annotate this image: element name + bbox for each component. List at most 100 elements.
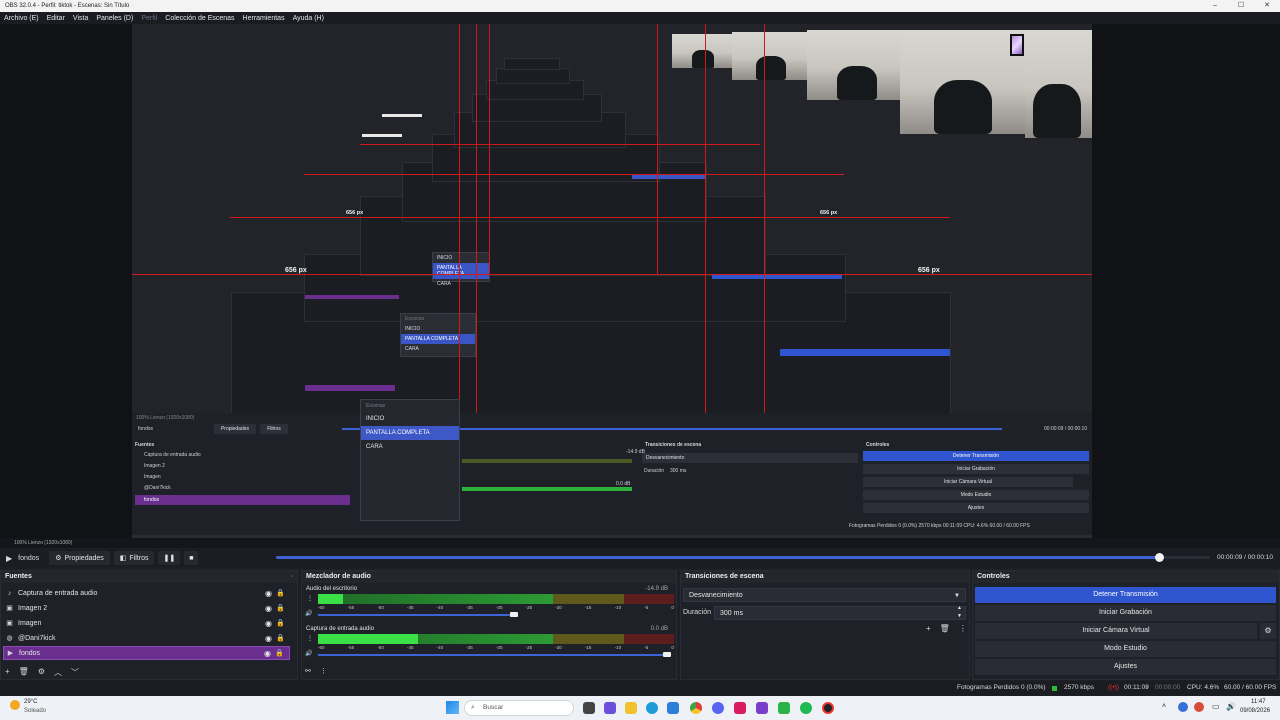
duration-input[interactable]: 300 ms ▲ ▼	[714, 604, 966, 620]
lock-icon[interactable]: 🔒	[276, 634, 285, 642]
taskbar-search[interactable]: ⌕ Buscar	[464, 700, 574, 716]
network-icon[interactable]: ▭	[1212, 702, 1220, 711]
menu-vista[interactable]: Vista	[73, 15, 88, 22]
store-icon[interactable]	[667, 702, 679, 714]
menu-herramientas[interactable]: Herramientas	[243, 15, 285, 22]
source-item[interactable]: ◍ @Dani7kick ◉ 🔒	[3, 631, 290, 645]
nested-source: Imagen 2	[144, 463, 165, 469]
task-view-icon[interactable]	[583, 702, 595, 714]
source-item[interactable]: ▣ Imagen 2 ◉ 🔒	[3, 601, 290, 615]
trash-icon[interactable]: 🗑	[19, 667, 29, 678]
filters-label: Filtros	[129, 554, 149, 562]
stop-button[interactable]: ■	[184, 551, 199, 565]
add-icon[interactable]: +	[5, 667, 10, 678]
lock-icon[interactable]: 🔒	[275, 649, 284, 657]
nested-properties: Propiedades	[214, 424, 256, 434]
speaker-icon[interactable]: 🔊	[305, 650, 312, 657]
maximize-button[interactable]: ☐	[1228, 0, 1254, 12]
speaker-icon[interactable]: 🔊	[305, 610, 312, 617]
nested-duration-label: Duración	[644, 468, 665, 474]
filters-button[interactable]: ◧ Filtros	[113, 551, 155, 565]
source-label: Imagen 2	[18, 604, 48, 612]
meter-tick: -25	[525, 645, 533, 650]
lock-icon[interactable]: 🔒	[276, 589, 285, 597]
nested-scenes-menu: INICIO PANTALLA COMPLETA CARA	[432, 252, 490, 287]
menu-coleccion-escenas[interactable]: Colección de Escenas	[165, 15, 234, 22]
trash-icon[interactable]: 🗑	[940, 624, 950, 633]
eye-icon[interactable]: ◉	[265, 604, 272, 613]
volume-slider[interactable]	[318, 614, 514, 616]
nested-menu-header: Escenas	[405, 316, 425, 322]
menu-perfil[interactable]: Perfil	[141, 15, 157, 22]
chevron-down-icon[interactable]: ﹀	[71, 667, 79, 678]
play-icon[interactable]: ▶	[6, 554, 12, 563]
start-virtual-camera-button[interactable]: Iniciar Cámara Virtual	[975, 623, 1257, 639]
clock-date[interactable]: 09/08/2026	[1240, 708, 1270, 714]
more-icon[interactable]: ⋮	[959, 624, 967, 633]
camera-feed	[732, 32, 807, 80]
obs-icon[interactable]	[822, 702, 834, 714]
more-icon[interactable]: ⋮	[307, 635, 313, 642]
properties-button[interactable]: ⚙ Propiedades	[49, 551, 110, 565]
source-item[interactable]: ▶ fondos ◉ 🔒	[3, 646, 290, 660]
volume-slider[interactable]	[318, 654, 667, 656]
eye-icon[interactable]: ◉	[265, 619, 272, 628]
meter-tick: -20	[555, 605, 562, 610]
app-icon[interactable]	[778, 702, 790, 714]
minimize-button[interactable]: –	[1202, 0, 1228, 12]
clock-time[interactable]: 11:47	[1251, 699, 1266, 705]
close-button[interactable]: ✕	[1254, 0, 1280, 12]
bitrate: 2570 kbps	[1064, 684, 1094, 691]
discord-icon[interactable]	[712, 702, 724, 714]
add-icon[interactable]: +	[926, 624, 931, 633]
menu-editar[interactable]: Editar	[47, 15, 65, 22]
lock-icon[interactable]: 🔒	[276, 604, 285, 612]
stop-streaming-button[interactable]: Detener Transmisión	[975, 587, 1276, 603]
spotify-icon[interactable]	[800, 702, 812, 714]
mixer-header: Mezclador de audio	[302, 571, 676, 583]
browser-icon: ◍	[6, 635, 13, 642]
studio-mode-button[interactable]: Modo Estudio	[975, 641, 1276, 657]
volume-slider-handle[interactable]	[662, 652, 671, 657]
lock-icon[interactable]: 🔒	[276, 619, 285, 627]
dock-float-icon[interactable]: ▫	[291, 571, 293, 583]
spin-icon[interactable]: ▲ ▼	[957, 604, 962, 620]
tray-app-icon[interactable]	[1194, 702, 1204, 712]
virtual-camera-settings-gear-icon[interactable]: ⚙	[1260, 623, 1276, 639]
settings-button[interactable]: Ajustes	[975, 659, 1276, 675]
link-icon[interactable]: ⚯	[305, 667, 311, 675]
app-icon[interactable]	[756, 702, 768, 714]
more-icon[interactable]: ⋮	[320, 667, 327, 675]
file-explorer-icon[interactable]	[625, 702, 637, 714]
source-item[interactable]: ▣ Imagen ◉ 🔒	[3, 616, 290, 630]
tray-chevron-icon[interactable]: ˄	[1162, 703, 1166, 710]
media-scrub-bar[interactable]	[276, 553, 1210, 562]
menu-paneles[interactable]: Paneles (D)	[96, 15, 133, 22]
edge-icon[interactable]	[646, 702, 658, 714]
tray-app-icon[interactable]	[1178, 702, 1188, 712]
pause-button[interactable]: ❚❚	[158, 551, 181, 565]
nested-transitions-header: Transiciones de escena	[645, 442, 702, 448]
eye-icon[interactable]: ◉	[265, 589, 272, 598]
volume-slider-handle[interactable]	[509, 612, 518, 617]
menu-archivo[interactable]: Archivo (E)	[4, 15, 39, 22]
volume-icon[interactable]: 🔊	[1226, 702, 1236, 711]
eye-icon[interactable]: ◉	[264, 649, 271, 658]
eye-icon[interactable]: ◉	[265, 634, 272, 643]
weather-icon[interactable]	[10, 700, 20, 710]
chevron-up-icon[interactable]: ︿	[54, 667, 62, 678]
more-icon[interactable]: ⋮	[307, 595, 313, 602]
app-icon[interactable]	[604, 702, 616, 714]
meter-tick: -60	[318, 605, 325, 610]
app-icon[interactable]	[734, 702, 746, 714]
start-recording-button[interactable]: Iniciar Grabación	[975, 605, 1276, 621]
meter-tick: -45	[406, 645, 414, 650]
source-item[interactable]: ♪ Captura de entrada audio ◉ 🔒	[3, 586, 290, 600]
nested-menu-item: CARA	[405, 346, 419, 352]
transition-select[interactable]: Desvanecimiento ▼	[683, 588, 966, 602]
windows-start-icon[interactable]	[446, 701, 459, 714]
gear-icon[interactable]: ⚙	[38, 667, 45, 678]
chrome-icon[interactable]	[690, 702, 702, 714]
media-scrub-handle[interactable]	[1154, 553, 1164, 562]
menu-ayuda[interactable]: Ayuda (H)	[293, 15, 324, 22]
